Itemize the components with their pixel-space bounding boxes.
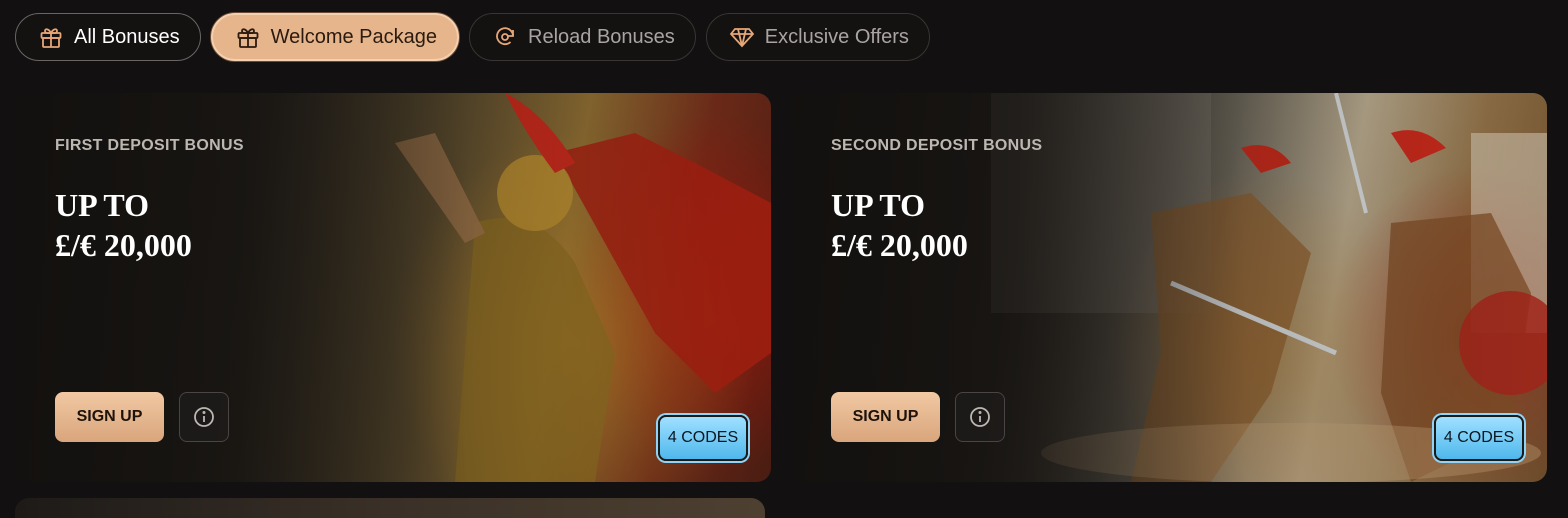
bonus-card-second-deposit: SECOND DEPOSIT BONUS UP TO £/€ 20,000 SI… (791, 93, 1547, 482)
headline-line: UP TO (831, 187, 925, 223)
info-icon (970, 407, 990, 427)
bonus-card-first-deposit: FIRST DEPOSIT BONUS UP TO £/€ 20,000 SIG… (15, 93, 771, 482)
sign-up-button[interactable]: SIGN UP (831, 392, 940, 442)
card-headline: UP TO £/€ 20,000 (55, 185, 192, 265)
card-eyebrow: SECOND DEPOSIT BONUS (831, 137, 1043, 154)
headline-amount: £/€ 20,000 (55, 227, 192, 263)
diamond-icon (729, 28, 754, 48)
next-card-peek (15, 498, 765, 518)
codes-badge[interactable]: 4 CODES (1434, 415, 1524, 461)
info-icon (194, 407, 214, 427)
tab-label: Exclusive Offers (764, 25, 909, 48)
reload-icon (496, 27, 514, 46)
codes-badge[interactable]: 4 CODES (658, 415, 748, 461)
tab-all-bonuses[interactable]: All Bonuses (15, 13, 201, 61)
headline-line: UP TO (55, 187, 149, 223)
gift-icon (40, 28, 62, 48)
tab-reload-bonuses[interactable]: Reload Bonuses (469, 13, 696, 61)
sign-up-button[interactable]: SIGN UP (55, 392, 164, 442)
card-headline: UP TO £/€ 20,000 (831, 185, 968, 265)
tab-label: Reload Bonuses (528, 25, 675, 48)
info-button[interactable] (179, 392, 229, 442)
headline-amount: £/€ 20,000 (831, 227, 968, 263)
bonus-filter-tabs: All Bonuses Welcome Package Reload Bonus… (15, 13, 930, 61)
tab-label: Welcome Package (270, 25, 438, 48)
tab-exclusive-offers[interactable]: Exclusive Offers (705, 13, 930, 61)
card-eyebrow: FIRST DEPOSIT BONUS (55, 137, 244, 154)
gift-icon (237, 28, 259, 48)
info-button[interactable] (955, 392, 1005, 442)
tab-welcome-package[interactable]: Welcome Package (210, 13, 460, 61)
tab-label: All Bonuses (74, 25, 180, 48)
